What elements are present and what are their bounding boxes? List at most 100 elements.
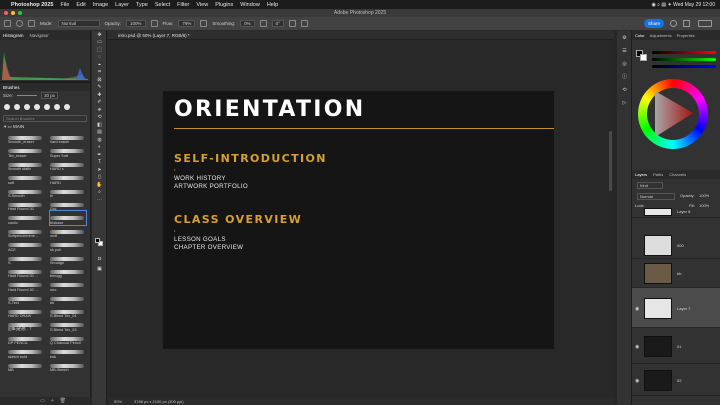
frame-tool-icon[interactable]: ⊠ <box>92 76 107 84</box>
tab-properties[interactable]: Properties <box>677 33 695 38</box>
info-icon[interactable]: ⓘ <box>617 70 632 83</box>
brush-preset-item[interactable]: Super Soft <box>50 144 86 158</box>
layer-visibility-icon[interactable]: ◉ <box>635 344 639 350</box>
brush-tip-5[interactable] <box>44 104 50 110</box>
quick-mask-icon[interactable]: ◘ <box>92 255 107 263</box>
brush-tool-icon[interactable]: ✐ <box>92 99 107 107</box>
layer-opacity-input[interactable]: 100% <box>699 193 709 198</box>
brush-preset-item[interactable]: S <box>8 252 44 265</box>
layer-visibility-icon[interactable]: ◉ <box>635 378 639 384</box>
crop-tool-icon[interactable]: ⌗ <box>92 69 107 77</box>
blur-tool-icon[interactable]: ◍ <box>92 136 107 144</box>
status-zoom[interactable]: 50% <box>114 399 122 404</box>
layer-row[interactable]: Layer 8 <box>632 206 720 218</box>
brush-tip-6[interactable] <box>54 104 60 110</box>
menu-help[interactable]: Help <box>267 2 278 8</box>
path-select-tool-icon[interactable]: ➤ <box>92 166 107 174</box>
eyedropper-tool-icon[interactable]: ✎ <box>92 84 107 92</box>
brush-preset-item[interactable]: MB-Sketch <box>50 359 86 372</box>
brush-preset-item[interactable]: soft <box>8 171 44 185</box>
menu-plugins[interactable]: Plugins <box>215 2 233 8</box>
brush-preset-item[interactable]: S.Blend Tex_04 <box>50 305 86 318</box>
brush-preset-item[interactable]: HARD c <box>50 158 86 171</box>
brush-preset-item[interactable]: Tex_eraser <box>8 144 44 158</box>
tab-navigator[interactable]: Navigator <box>30 33 49 38</box>
red-slider[interactable] <box>652 51 716 54</box>
brush-tip-3[interactable] <box>24 104 30 110</box>
learn-icon[interactable]: ◎ <box>617 57 632 70</box>
brush-preset-item[interactable]: ono <box>50 278 86 292</box>
menu-type[interactable]: Type <box>136 2 148 8</box>
brush-preset-item[interactable]: ACE <box>8 238 44 252</box>
libraries-icon[interactable]: ☰ <box>617 44 632 57</box>
zoom-window-icon[interactable] <box>18 11 22 15</box>
workspace-icon[interactable] <box>683 20 690 27</box>
brush-preset-item[interactable]: S.Smooth <box>8 185 44 198</box>
screen-mode-icon[interactable]: ▣ <box>92 265 107 273</box>
minimize-window-icon[interactable] <box>11 11 15 15</box>
hand-tool-icon[interactable]: ✋ <box>92 181 107 189</box>
new-brush-icon[interactable]: + <box>51 398 54 404</box>
close-window-icon[interactable] <box>4 11 8 15</box>
delete-brush-icon[interactable]: 🗑 <box>60 398 66 404</box>
brush-tip-2[interactable] <box>14 104 20 110</box>
brush-preset-item[interactable]: Smudge <box>50 252 86 265</box>
status-doc-info[interactable]: 3788 px x 2130 px (300 ppi) <box>134 399 184 404</box>
clone-stamp-tool-icon[interactable]: ⎈ <box>92 106 107 114</box>
gradient-tool-icon[interactable]: ▤ <box>92 129 107 137</box>
brush-size-slider[interactable] <box>17 95 38 96</box>
eraser-tool-icon[interactable]: ◧ <box>92 121 107 129</box>
brush-preset-item[interactable]: blobase <box>49 210 87 226</box>
brush-preset-icon[interactable] <box>16 20 23 27</box>
opacity-input[interactable]: 100% <box>126 20 146 27</box>
tab-histogram[interactable]: Histogram <box>3 33 24 38</box>
menu-view[interactable]: View <box>196 2 208 8</box>
menu-image[interactable]: Image <box>93 2 108 8</box>
type-tool-icon[interactable]: T <box>92 159 107 167</box>
smoothing-input[interactable]: 0% <box>240 20 255 27</box>
mode-select[interactable]: Normal <box>57 20 100 27</box>
layer-row[interactable]: ◉ 01 <box>632 328 720 364</box>
brush-preset-item[interactable]: sketch bold <box>8 345 44 359</box>
brush-preset-item[interactable]: comic <box>8 211 44 225</box>
tab-adjustments[interactable]: Adjustments <box>650 33 672 38</box>
angle-input[interactable]: 0° <box>271 20 284 27</box>
vertical-scrollbar[interactable] <box>609 131 612 191</box>
brush-tip-4[interactable] <box>34 104 40 110</box>
pressure-size-icon[interactable] <box>288 20 296 27</box>
flow-input[interactable]: 79% <box>178 20 196 27</box>
brush-preset-item[interactable]: bk <box>50 292 86 305</box>
object-select-tool-icon[interactable]: ⌖ <box>92 61 107 69</box>
rectangle-tool-icon[interactable]: ▯ <box>92 174 107 182</box>
pen-tool-icon[interactable]: ✒ <box>92 151 107 159</box>
brush-preset-item[interactable]: S-Text <box>8 292 44 305</box>
brush-preset-item[interactable]: Smooth static <box>8 158 44 171</box>
brush-tip-1[interactable] <box>4 104 10 110</box>
brush-search-input[interactable]: Search Brushes <box>3 115 87 122</box>
brush-preset-item[interactable]: HARD DRAW <box>8 305 44 318</box>
brush-tip-7[interactable] <box>64 104 70 110</box>
brush-group-main[interactable]: ▾ ▭ MAIN <box>0 123 90 131</box>
dodge-tool-icon[interactable]: ◐ <box>92 144 107 152</box>
background-color-swatch[interactable] <box>640 54 647 61</box>
brush-preset-item[interactable]: DP PENCIL <box>8 332 44 345</box>
tab-paths[interactable]: Paths <box>653 172 663 177</box>
layer-visibility-icon[interactable]: ◉ <box>635 306 639 312</box>
brush-preset-item[interactable]: Hard Round 30 ... <box>8 278 44 292</box>
menu-window[interactable]: Window <box>240 2 260 8</box>
document-tab[interactable]: intro.psd @ 50% (Layer 7, RGB/8) * <box>108 31 614 40</box>
brush-preset-item[interactable]: Hard Round 30 <box>8 198 44 211</box>
layer-row[interactable]: ◉ 02 <box>632 364 720 396</box>
healing-tool-icon[interactable]: ✚ <box>92 91 107 99</box>
brush-preset-item[interactable]: sk poll <box>50 238 86 252</box>
brush-preset-item[interactable]: Grd <box>50 198 86 211</box>
brush-preset-item[interactable]: Hard Round 30 ... <box>8 265 44 278</box>
home-icon[interactable] <box>4 20 11 27</box>
properties-icon[interactable]: ⚙ <box>617 31 632 44</box>
menu-app-name[interactable]: Photoshop 2025 <box>11 2 53 8</box>
menu-filter[interactable]: Filter <box>177 2 189 8</box>
new-group-icon[interactable]: ▭ <box>40 398 45 404</box>
menu-select[interactable]: Select <box>155 2 170 8</box>
symmetry-icon[interactable] <box>300 20 308 27</box>
marquee-tool-icon[interactable]: ⬚ <box>92 46 107 54</box>
